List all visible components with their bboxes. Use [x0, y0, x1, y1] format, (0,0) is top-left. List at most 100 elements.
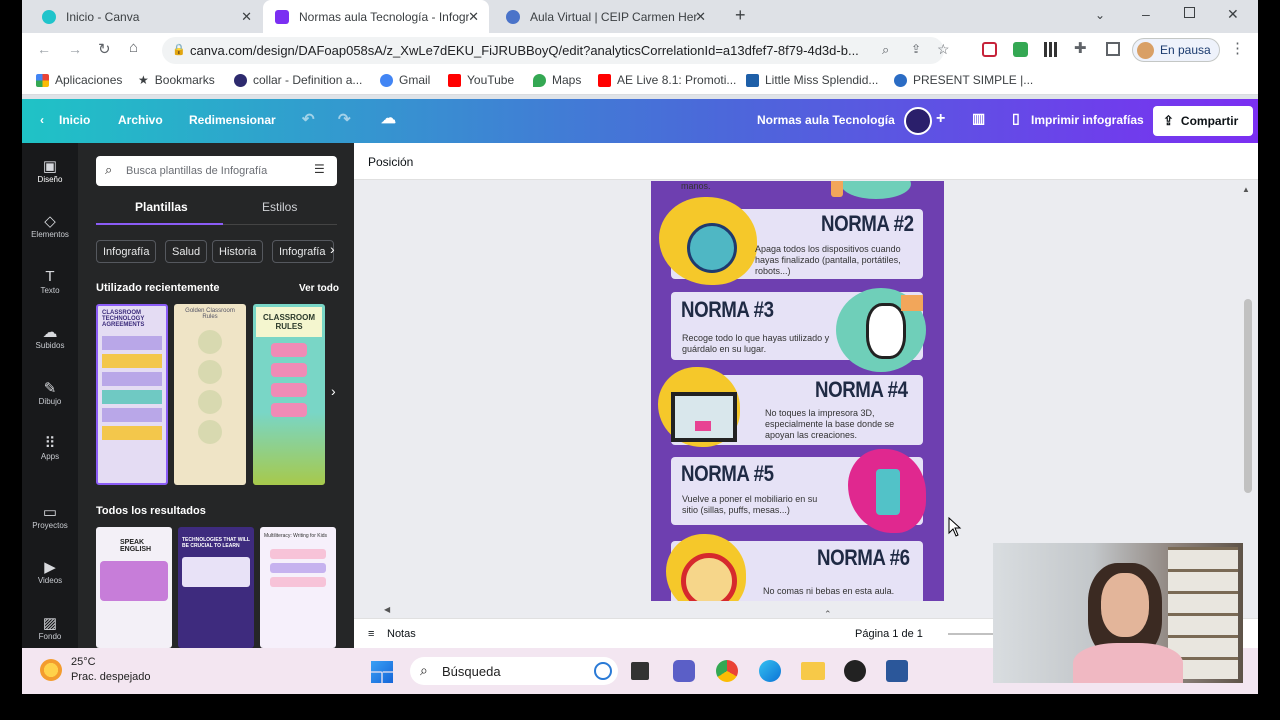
chevron-right-icon[interactable]: › [331, 383, 336, 399]
infographic-page[interactable]: manos. NORMA #2 Apaga todos los disposit… [651, 181, 944, 601]
windows-start-icon[interactable] [371, 661, 393, 683]
resize-button[interactable]: Redimensionar [189, 113, 276, 127]
print-icon[interactable]: ▯ [1012, 110, 1020, 127]
template-search-input[interactable]: ⌕ Busca plantillas de Infografía ☰ [96, 156, 337, 186]
close-icon[interactable]: ✕ [241, 9, 252, 25]
browser-tab[interactable]: Inicio - Canva ✕ [30, 0, 262, 33]
template-thumbnail[interactable]: Multiliteracy: Writing for Kids [260, 527, 336, 648]
bookmark-item[interactable]: Little Miss Splendid... [746, 73, 878, 87]
filter-chip[interactable]: Historia [212, 240, 264, 263]
filter-chip[interactable]: Salud [165, 240, 208, 263]
share-icon[interactable]: ⇪ [911, 42, 921, 56]
taskbar-search-input[interactable]: ⌕ Búsqueda [410, 657, 618, 685]
redo-icon[interactable]: ↷ [338, 110, 351, 128]
app-icon[interactable] [844, 660, 866, 682]
bookmark-item[interactable]: YouTube [448, 73, 514, 87]
edge-icon[interactable] [759, 660, 781, 682]
profile-button[interactable]: En pausa [1132, 38, 1220, 62]
new-tab-icon[interactable]: + [735, 5, 746, 26]
share-button[interactable]: ⇪ Compartir [1153, 106, 1253, 136]
word-icon[interactable] [886, 660, 908, 682]
file-menu-button[interactable]: Archivo [118, 113, 163, 127]
template-thumbnail[interactable]: CLASSROOM TECHNOLOGY AGREEMENTS [96, 304, 168, 485]
close-icon[interactable]: ✕ [695, 9, 706, 25]
qr-code-icon[interactable] [1044, 42, 1059, 57]
minimize-icon[interactable]: – [1142, 6, 1150, 22]
zoom-icon[interactable]: ⌕ [882, 42, 889, 58]
bookmark-item[interactable]: Aplicaciones [36, 73, 122, 87]
template-thumbnail[interactable]: SPEAK ENGLISH [96, 527, 172, 648]
bookmark-item[interactable]: AE Live 8.1: Promoti... [598, 73, 736, 87]
template-thumbnail[interactable]: CLASSROOM RULES [253, 304, 325, 485]
filter-chip[interactable]: Infografía [272, 240, 334, 263]
see-all-link[interactable]: Ver todo [299, 283, 339, 294]
rail-item-apps[interactable]: ⠿ Apps [22, 434, 78, 461]
undo-icon[interactable]: ↶ [302, 110, 315, 128]
rail-item-projects[interactable]: ▭ Proyectos [22, 503, 78, 530]
tab-styles[interactable]: Estilos [262, 200, 297, 214]
close-window-icon[interactable]: ✕ [1227, 6, 1239, 23]
chrome-icon[interactable] [716, 660, 738, 682]
vertical-scrollbar[interactable] [1244, 299, 1252, 493]
url-bar[interactable]: 🔒 canva.com/design/DAFoap058sA/z_XwLe7dE… [162, 37, 950, 64]
analytics-icon[interactable]: ▥ [972, 110, 985, 127]
forward-icon[interactable]: → [68, 41, 82, 57]
template-thumbnail[interactable]: Golden Classroom Rules [174, 304, 246, 485]
weather-text[interactable]: Prac. despejado [71, 671, 151, 683]
restore-icon[interactable] [1184, 7, 1195, 18]
cloud-saved-icon[interactable]: ☁ [381, 109, 396, 127]
document-title[interactable]: Normas aula Tecnología [757, 113, 895, 127]
decorative-shape [831, 181, 843, 197]
extension-icon[interactable] [982, 42, 997, 57]
reload-icon[interactable]: ↻ [98, 40, 111, 58]
site-icon [746, 73, 759, 87]
temperature[interactable]: 25°C [71, 656, 96, 668]
teams-icon[interactable] [673, 660, 695, 682]
rail-item-elements[interactable]: ◇ Elementos [22, 212, 78, 239]
bookmark-label: Bookmarks [154, 73, 215, 87]
rail-item-design[interactable]: ▣ Diseño [22, 157, 78, 184]
rail-item-uploads[interactable]: ☁ Subidos [22, 323, 78, 350]
print-button[interactable]: Imprimir infografías [1031, 113, 1144, 127]
rail-item-background[interactable]: ▨ Fondo [22, 614, 78, 641]
add-collaborator-icon[interactable]: + [936, 110, 945, 128]
chevron-down-icon[interactable]: ⌄ [1095, 8, 1105, 22]
bookmark-item[interactable]: ★ Bookmarks [138, 73, 215, 87]
file-explorer-icon[interactable] [801, 662, 825, 680]
bookmark-item[interactable]: Maps [533, 73, 581, 87]
template-thumbnail[interactable]: TECHNOLOGIES THAT WILL BE CRUCIAL TO LEA… [178, 527, 254, 648]
webcam-video-overlay [993, 543, 1243, 683]
tab-templates[interactable]: Plantillas [135, 200, 188, 214]
search-placeholder: Busca plantillas de Infografía [126, 165, 268, 177]
back-icon[interactable]: ← [37, 41, 51, 57]
bookmark-item[interactable]: Gmail [380, 73, 430, 87]
rail-item-draw[interactable]: ✎ Dibujo [22, 379, 78, 406]
browser-tab-active[interactable]: Normas aula Tecnología - Infogr ✕ [263, 0, 489, 33]
star-icon[interactable]: ☆ [937, 41, 950, 58]
page-indicator[interactable]: Página 1 de 1 [855, 628, 923, 640]
rail-label: Fondo [38, 632, 62, 641]
side-panel-icon[interactable] [1106, 42, 1120, 56]
position-button[interactable]: Posición [368, 155, 413, 169]
extension-icon[interactable] [1013, 42, 1028, 57]
filter-icon[interactable]: ☰ [314, 162, 325, 176]
menu-icon[interactable]: ⋮ [1230, 39, 1245, 57]
rail-item-text[interactable]: T Texto [22, 268, 78, 295]
home-icon[interactable]: ⌂ [129, 39, 138, 56]
task-view-icon[interactable] [631, 662, 649, 680]
bookmark-item[interactable]: PRESENT SIMPLE |... [894, 73, 1033, 87]
back-icon[interactable]: ‹ [40, 113, 44, 127]
scroll-left-icon[interactable]: ◀ [384, 605, 390, 614]
browser-tab[interactable]: Aula Virtual | CEIP Carmen Hern ✕ [494, 0, 716, 33]
scroll-up-icon[interactable]: ▲ [1242, 185, 1250, 194]
home-button[interactable]: Inicio [59, 113, 90, 127]
notes-button[interactable]: Notas [387, 628, 416, 640]
bookmark-item[interactable]: collar - Definition a... [234, 73, 362, 87]
filter-chip[interactable]: Infografía [96, 240, 157, 263]
chevron-right-icon[interactable]: › [330, 241, 335, 257]
close-icon[interactable]: ✕ [468, 9, 479, 25]
avatar[interactable] [904, 107, 932, 135]
rail-item-videos[interactable]: ▶ Videos [22, 558, 78, 585]
puzzle-icon[interactable]: ✚ [1074, 39, 1087, 57]
apps-icon: ⠿ [44, 435, 56, 452]
